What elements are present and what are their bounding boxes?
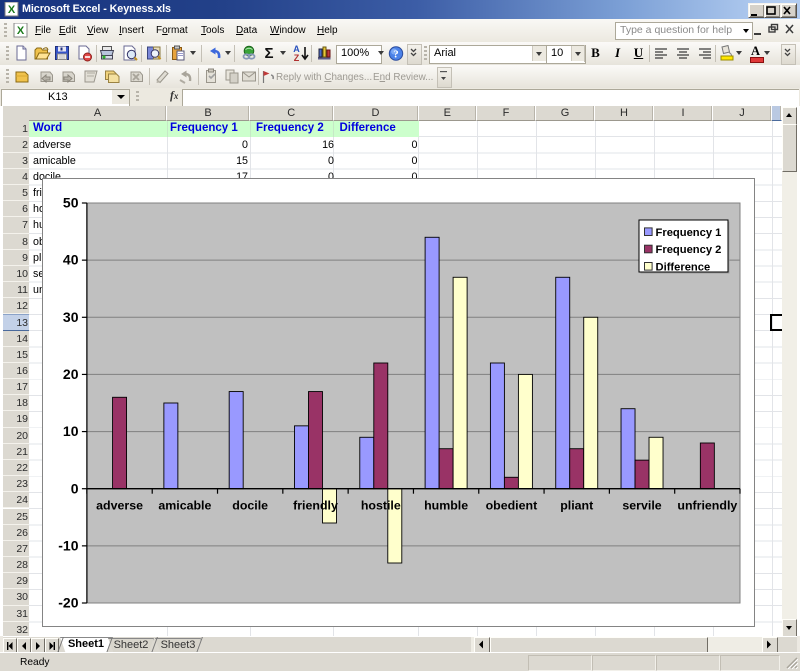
svg-text:Frequency 1: Frequency 1 xyxy=(656,227,722,239)
svg-text:X: X xyxy=(17,25,25,37)
svg-text:40: 40 xyxy=(63,252,79,268)
svg-text:servile: servile xyxy=(622,499,661,513)
svg-text:hostile: hostile xyxy=(361,499,401,513)
svg-text:unfriendly: unfriendly xyxy=(677,499,737,513)
svg-text:X: X xyxy=(8,4,16,16)
svg-text:Frequency 2: Frequency 2 xyxy=(656,244,722,256)
svg-text:adverse: adverse xyxy=(96,499,143,513)
svg-text:10: 10 xyxy=(63,423,79,439)
svg-text:?: ? xyxy=(393,49,399,61)
svg-text:50: 50 xyxy=(63,195,79,211)
svg-text:0: 0 xyxy=(71,480,79,496)
svg-text:docile: docile xyxy=(232,499,268,513)
svg-text:pliant: pliant xyxy=(560,499,593,513)
svg-text:amicable: amicable xyxy=(158,499,211,513)
svg-text:Difference: Difference xyxy=(656,262,711,274)
svg-text:-10: -10 xyxy=(58,537,78,553)
svg-text:30: 30 xyxy=(63,309,79,325)
svg-text:friendly: friendly xyxy=(293,499,338,513)
svg-text:20: 20 xyxy=(63,366,79,382)
svg-text:humble: humble xyxy=(424,499,468,513)
svg-text:-20: -20 xyxy=(58,595,78,611)
svg-text:obedient: obedient xyxy=(486,499,538,513)
